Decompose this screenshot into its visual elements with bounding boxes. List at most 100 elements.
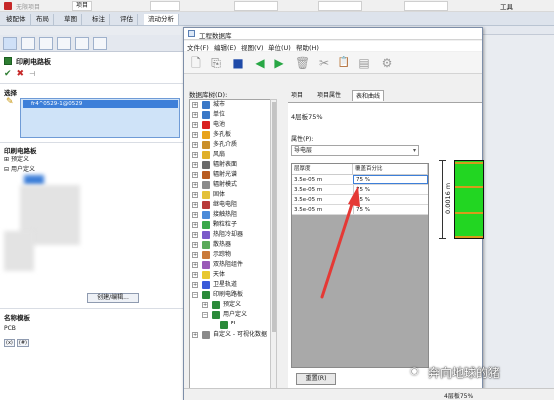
- expand-icon[interactable]: +: [192, 282, 198, 288]
- delete-icon[interactable]: 🗑: [295, 56, 310, 70]
- expand-icon[interactable]: +: [192, 112, 198, 118]
- expand-icon[interactable]: +: [192, 162, 198, 168]
- expand-icon[interactable]: +: [192, 222, 198, 228]
- config-field-2[interactable]: [318, 1, 362, 11]
- tree-item-predefined[interactable]: ⊞ 预定义: [4, 155, 35, 165]
- config-dropdown[interactable]: [150, 1, 180, 11]
- new-icon[interactable]: 🗋: [189, 56, 203, 70]
- expand-icon[interactable]: +: [192, 142, 198, 148]
- flow-icon[interactable]: [93, 37, 107, 50]
- property-icon[interactable]: [21, 37, 35, 50]
- tree-item[interactable]: + 双热阻组件: [190, 260, 270, 270]
- tree-item[interactable]: + 辐射光谱: [190, 170, 270, 180]
- tree-item[interactable]: + 热阻冷却器: [190, 230, 270, 240]
- save-icon[interactable]: ■: [231, 56, 245, 70]
- crosshair-icon[interactable]: [57, 37, 71, 50]
- tree-item[interactable]: + 卫星轨道: [190, 280, 270, 290]
- tab-tables-curves[interactable]: 表和曲线: [352, 90, 385, 101]
- collapse-icon[interactable]: −: [192, 292, 198, 298]
- menu-view[interactable]: 视图(V): [241, 42, 264, 52]
- tree-item[interactable]: − 用户定义: [190, 310, 270, 320]
- menu-units[interactable]: 单位(U): [268, 42, 291, 52]
- expand-icon[interactable]: +: [192, 182, 198, 188]
- menu-file[interactable]: 文件(F): [187, 42, 209, 52]
- tree-item[interactable]: + 城市: [190, 100, 270, 110]
- back-icon[interactable]: ◀: [253, 56, 267, 70]
- expand-icon[interactable]: +: [192, 132, 198, 138]
- tab-items[interactable]: 项目: [288, 90, 306, 101]
- ribbon-tab-3[interactable]: 标注: [88, 14, 110, 25]
- tree-item[interactable]: + 固体: [190, 190, 270, 200]
- column-header-thickness[interactable]: 层厚度: [292, 164, 353, 175]
- expand-icon[interactable]: +: [192, 232, 198, 238]
- tree-scrollbar[interactable]: [270, 99, 277, 400]
- selection-list[interactable]: fr4^0529-1@0529: [20, 98, 180, 138]
- tree-item[interactable]: + 电池: [190, 120, 270, 130]
- ribbon-tab-5[interactable]: 流动分析: [144, 14, 179, 25]
- document-icon[interactable]: ▤: [357, 56, 371, 70]
- expand-icon[interactable]: +: [192, 192, 198, 198]
- tree-item[interactable]: − 印刷电路板: [190, 290, 270, 300]
- tree-item[interactable]: + 天体: [190, 270, 270, 280]
- config-field-1[interactable]: [234, 1, 278, 11]
- ribbon-tab-4[interactable]: 评估: [116, 14, 138, 25]
- tree-item[interactable]: + 接触热阻: [190, 210, 270, 220]
- feature-tree-icon[interactable]: [3, 37, 17, 50]
- cancel-x-icon[interactable]: ✖: [17, 69, 30, 79]
- tools-menu[interactable]: 工具: [500, 1, 513, 11]
- tree-item[interactable]: + 辐射模式: [190, 180, 270, 190]
- pin-icon[interactable]: ⊣: [29, 70, 40, 78]
- paste-icon[interactable]: 📋: [337, 56, 351, 70]
- expand-icon[interactable]: +: [192, 272, 198, 278]
- expand-icon[interactable]: +: [192, 102, 198, 108]
- cut-icon[interactable]: ✂: [317, 56, 331, 70]
- expand-icon[interactable]: +: [192, 172, 198, 178]
- tree-item[interactable]: [190, 320, 270, 330]
- column-header-coverage[interactable]: 覆盖百分比: [353, 164, 428, 175]
- expand-icon[interactable]: +: [192, 122, 198, 128]
- counter-icon[interactable]: (#): [16, 339, 29, 347]
- expand-icon[interactable]: +: [192, 152, 198, 158]
- create-edit-button[interactable]: 创建/编辑...: [87, 293, 139, 303]
- expand-icon[interactable]: +: [192, 332, 198, 338]
- expand-icon[interactable]: +: [192, 262, 198, 268]
- tree-item[interactable]: + 示踪物: [190, 250, 270, 260]
- project-dropdown[interactable]: 项目: [72, 1, 93, 11]
- tree-item[interactable]: + 风扇: [190, 150, 270, 160]
- selected-item[interactable]: fr4^0529-1@0529: [23, 100, 178, 108]
- expand-icon[interactable]: +: [192, 252, 198, 258]
- forward-icon[interactable]: ▶: [272, 56, 286, 70]
- settings-icon[interactable]: ⚙: [380, 56, 394, 70]
- menu-help[interactable]: 帮助(H): [296, 42, 319, 52]
- ribbon-tab-1[interactable]: 布局: [32, 14, 54, 25]
- appearance-icon[interactable]: [75, 37, 89, 50]
- tree-item[interactable]: + 继电电阻: [190, 200, 270, 210]
- expand-icon[interactable]: +: [192, 202, 198, 208]
- tree-item[interactable]: + 单位: [190, 110, 270, 120]
- property-select[interactable]: 导电层 ▾: [291, 145, 419, 156]
- reset-button[interactable]: 重置(R): [296, 373, 336, 385]
- tree-item[interactable]: + 散热器: [190, 240, 270, 250]
- menu-edit[interactable]: 编辑(E): [214, 42, 236, 52]
- tree-item[interactable]: + 多孔板: [190, 130, 270, 140]
- tree-item[interactable]: + 颗粒粒子: [190, 220, 270, 230]
- tree-item[interactable]: + 多孔介质: [190, 140, 270, 150]
- collapse-icon[interactable]: −: [202, 312, 208, 318]
- expand-icon[interactable]: +: [192, 212, 198, 218]
- expand-icon[interactable]: +: [192, 242, 198, 248]
- name-template-field[interactable]: PCB: [4, 325, 16, 332]
- tree-item[interactable]: + 辐射表面: [190, 160, 270, 170]
- config-icon[interactable]: [39, 37, 53, 50]
- tree-scrollbar-thumb[interactable]: [272, 102, 276, 332]
- tab-item-properties[interactable]: 项目属性: [314, 90, 344, 101]
- ok-check-icon[interactable]: ✔: [4, 69, 17, 79]
- config-field-3[interactable]: [404, 1, 448, 11]
- variable-icon[interactable]: (x): [4, 339, 15, 347]
- ribbon-tab-0[interactable]: 被配体: [2, 14, 31, 25]
- ribbon-tab-2[interactable]: 草图: [60, 14, 82, 25]
- tree-item[interactable]: + 自定义 - 可视化数据: [190, 330, 270, 340]
- expand-icon[interactable]: +: [202, 302, 208, 308]
- tree-item-user-defined[interactable]: ⊟ 用户定义: [4, 165, 35, 175]
- database-tree[interactable]: + 城市 + 单位 + 电池 + 多孔板 + 多孔介质 + 风扇 + 辐射表面 + 辐射光谱 + 辐射模式 + 固体 +…: [189, 99, 271, 400]
- copy-icon[interactable]: ⎘: [209, 56, 223, 70]
